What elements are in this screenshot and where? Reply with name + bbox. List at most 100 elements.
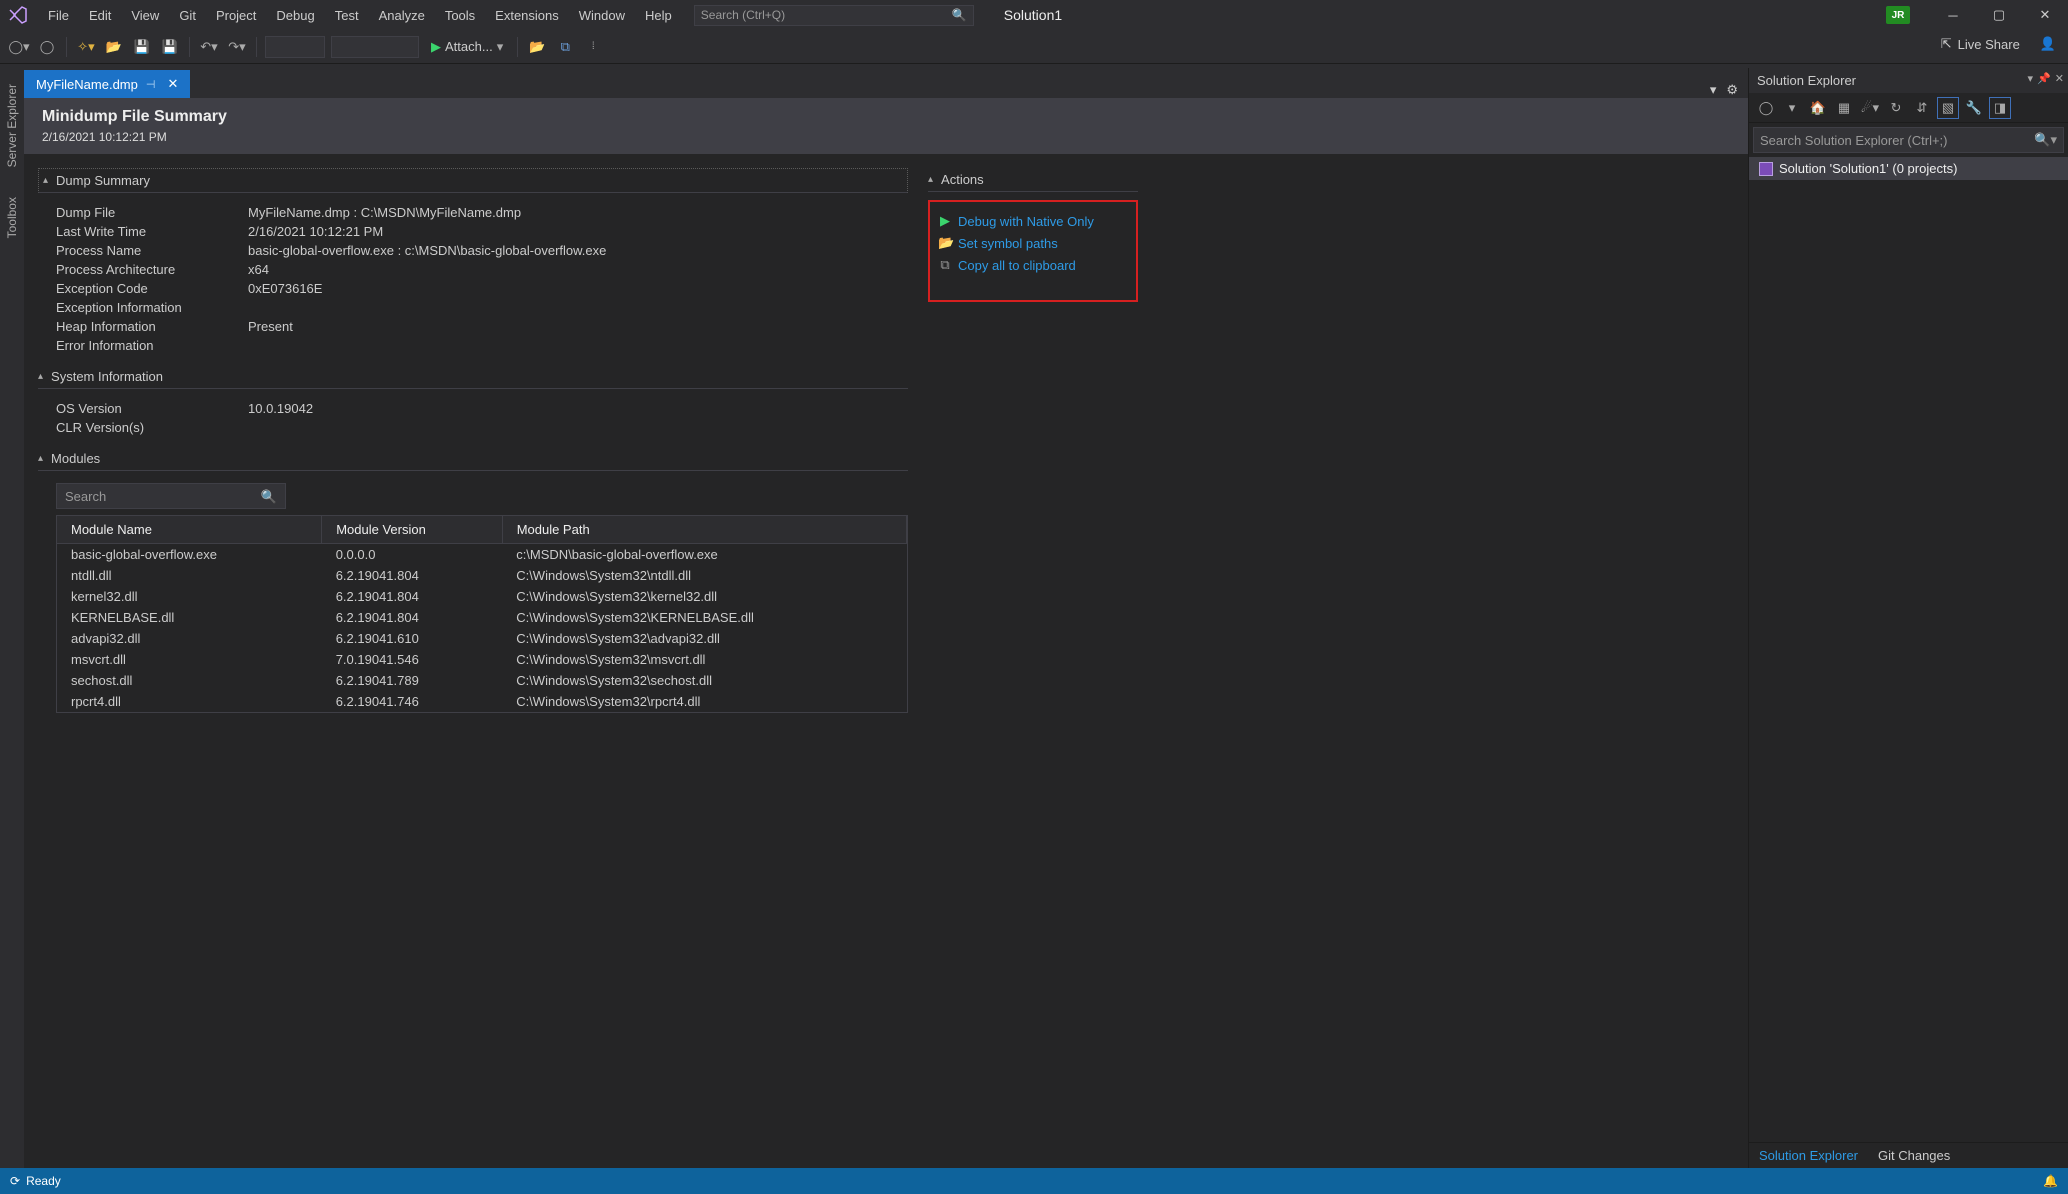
menu-project[interactable]: Project — [206, 3, 266, 28]
menu-view[interactable]: View — [121, 3, 169, 28]
info-label: Heap Information — [56, 319, 248, 334]
collapse-icon[interactable]: ⇵ — [1911, 97, 1933, 119]
user-avatar-badge[interactable]: JR — [1886, 6, 1910, 24]
back-icon[interactable]: ◯ — [1755, 97, 1777, 119]
nav-forward-icon[interactable]: ◯ — [36, 36, 58, 58]
table-cell: sechost.dll — [57, 670, 322, 691]
module-search-input[interactable]: Search 🔍 — [56, 483, 286, 509]
section-label: System Information — [51, 369, 163, 384]
config-dropdown[interactable] — [265, 36, 325, 58]
actions-header[interactable]: ▴ Actions — [928, 168, 1138, 192]
platform-dropdown[interactable] — [331, 36, 419, 58]
table-row[interactable]: sechost.dll6.2.19041.789C:\Windows\Syste… — [57, 670, 907, 691]
minimize-button[interactable]: ─ — [1930, 0, 1976, 30]
table-row[interactable]: ntdll.dll6.2.19041.804C:\Windows\System3… — [57, 565, 907, 586]
server-explorer-tab[interactable]: Server Explorer — [5, 84, 19, 167]
switch-view-icon[interactable]: ▦ — [1833, 97, 1855, 119]
preview-icon[interactable]: ◨ — [1989, 97, 2011, 119]
action-play[interactable]: ▶ Debug with Native Only — [938, 210, 1126, 232]
window-layout-icon[interactable]: ⧉ — [554, 36, 576, 58]
menu-help[interactable]: Help — [635, 3, 682, 28]
info-value: 2/16/2021 10:12:21 PM — [248, 224, 383, 239]
panel-title-label: Solution Explorer — [1757, 73, 1856, 88]
quick-launch-placeholder: Search (Ctrl+Q) — [701, 8, 785, 22]
panel-pin-icon[interactable]: 📌 — [2037, 72, 2051, 85]
table-cell: C:\Windows\System32\KERNELBASE.dll — [502, 607, 906, 628]
info-value: x64 — [248, 262, 269, 277]
solution-explorer-search[interactable]: Search Solution Explorer (Ctrl+;) 🔍▾ — [1753, 127, 2064, 153]
tab-gear-icon[interactable]: ⚙ — [1726, 82, 1738, 98]
open-folder-icon[interactable]: 📂 — [103, 36, 125, 58]
column-header[interactable]: Module Path — [502, 516, 906, 544]
panel-dropdown-icon[interactable]: ▾ — [2028, 72, 2034, 85]
actions-box: ▶ Debug with Native Only 📂Set symbol paths… — [928, 200, 1138, 302]
table-cell: C:\Windows\System32\kernel32.dll — [502, 586, 906, 607]
filter-icon[interactable]: ☄▾ — [1859, 97, 1881, 119]
pin-icon[interactable]: ⊣ — [146, 78, 156, 91]
git-changes-tab[interactable]: Git Changes — [1868, 1143, 1960, 1168]
table-row[interactable]: advapi32.dll6.2.19041.610C:\Windows\Syst… — [57, 628, 907, 649]
modules-header[interactable]: ▴ Modules — [38, 447, 908, 471]
home-icon[interactable]: 🏠 — [1807, 97, 1829, 119]
table-row[interactable]: KERNELBASE.dll6.2.19041.804C:\Windows\Sy… — [57, 607, 907, 628]
nav-back-icon[interactable]: ◯▾ — [8, 36, 30, 58]
document-tab[interactable]: MyFileName.dmp ⊣ ✕ — [24, 70, 190, 98]
action-copy[interactable]: ⧉Copy all to clipboard — [938, 254, 1126, 276]
action-label: Debug with Native Only — [958, 214, 1094, 229]
tab-close-icon[interactable]: ✕ — [163, 76, 182, 92]
menu-analyze[interactable]: Analyze — [369, 3, 435, 28]
undo-icon[interactable]: ↶▾ — [198, 36, 220, 58]
attach-button[interactable]: ▶ Attach... ▾ — [425, 39, 509, 55]
menu-edit[interactable]: Edit — [79, 3, 121, 28]
tab-dropdown-icon[interactable]: ▾ — [1710, 82, 1717, 98]
sync-icon[interactable]: ↻ — [1885, 97, 1907, 119]
column-header[interactable]: Module Version — [322, 516, 502, 544]
table-cell: 6.2.19041.746 — [322, 691, 502, 712]
close-window-button[interactable]: ✕ — [2022, 0, 2068, 30]
folder-toolbar-icon[interactable]: 📂 — [526, 36, 548, 58]
menu-file[interactable]: File — [38, 3, 79, 28]
panel-close-icon[interactable]: ✕ — [2055, 72, 2064, 85]
table-row[interactable]: rpcrt4.dll6.2.19041.746C:\Windows\System… — [57, 691, 907, 712]
info-row: Process Namebasic-global-overflow.exe : … — [56, 241, 908, 260]
menu-debug[interactable]: Debug — [266, 3, 324, 28]
action-folder[interactable]: 📂Set symbol paths — [938, 232, 1126, 254]
redo-icon[interactable]: ↷▾ — [226, 36, 248, 58]
new-item-icon[interactable]: ✧▾ — [75, 36, 97, 58]
info-value: 0xE073616E — [248, 281, 322, 296]
solution-explorer-tab[interactable]: Solution Explorer — [1749, 1143, 1868, 1168]
table-row[interactable]: msvcrt.dll7.0.19041.546C:\Windows\System… — [57, 649, 907, 670]
table-row[interactable]: basic-global-overflow.exe0.0.0.0c:\MSDN\… — [57, 544, 907, 566]
maximize-button[interactable]: ▢ — [1976, 0, 2022, 30]
info-value: 10.0.19042 — [248, 401, 313, 416]
user-icon[interactable]: 👤 — [2040, 36, 2056, 52]
system-info-header[interactable]: ▴ System Information — [38, 365, 908, 389]
info-label: OS Version — [56, 401, 248, 416]
menu-git[interactable]: Git — [169, 3, 206, 28]
quick-launch-search[interactable]: Search (Ctrl+Q) 🔍 — [694, 5, 974, 26]
table-cell: C:\Windows\System32\rpcrt4.dll — [502, 691, 906, 712]
save-icon[interactable]: 💾 — [131, 36, 153, 58]
column-header[interactable]: Module Name — [57, 516, 322, 544]
save-all-icon[interactable]: 💾 — [159, 36, 181, 58]
menu-window[interactable]: Window — [569, 3, 635, 28]
table-cell: 0.0.0.0 — [322, 544, 502, 566]
menu-test[interactable]: Test — [325, 3, 369, 28]
solution-search-placeholder: Search Solution Explorer (Ctrl+;) — [1760, 133, 1948, 148]
forward-icon[interactable]: ▾ — [1781, 97, 1803, 119]
show-all-icon[interactable]: ▧ — [1937, 97, 1959, 119]
menu-tools[interactable]: Tools — [435, 3, 485, 28]
play-icon: ▶ — [938, 213, 952, 229]
solution-node[interactable]: Solution 'Solution1' (0 projects) — [1749, 157, 2068, 180]
chevron-up-icon: ▴ — [43, 175, 48, 186]
table-row[interactable]: kernel32.dll6.2.19041.804C:\Windows\Syst… — [57, 586, 907, 607]
properties-icon[interactable]: 🔧 — [1963, 97, 1985, 119]
live-share-button[interactable]: ⇱ Live Share 👤 — [1941, 36, 2056, 52]
toolbar-overflow-icon[interactable]: ⁞ — [582, 36, 604, 58]
toolbox-tab[interactable]: Toolbox — [5, 197, 19, 238]
menu-extensions[interactable]: Extensions — [485, 3, 569, 28]
action-label: Copy all to clipboard — [958, 258, 1076, 273]
notification-bell-icon[interactable]: 🔔 — [2043, 1174, 2058, 1188]
dump-summary-header[interactable]: ▴ Dump Summary — [38, 168, 908, 193]
section-label: Modules — [51, 451, 100, 466]
